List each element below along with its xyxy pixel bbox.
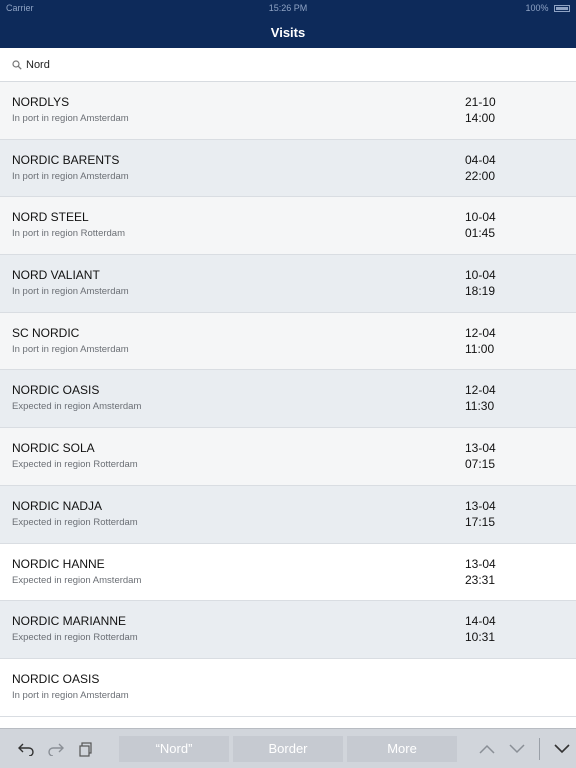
visit-date: 10-04 bbox=[465, 268, 496, 283]
vessel-name: NORDIC OASIS bbox=[12, 671, 100, 686]
status-bar: Carrier 15:26 PM 100% bbox=[0, 0, 576, 16]
visit-time: 22:00 bbox=[465, 168, 496, 183]
vessel-status: In port in region Amsterdam bbox=[12, 689, 129, 701]
redo-icon[interactable] bbox=[44, 737, 68, 761]
vessel-name: NORDIC OASIS bbox=[12, 383, 100, 398]
suggestion-border[interactable]: Border bbox=[233, 735, 343, 762]
visit-time: 17:15 bbox=[465, 514, 496, 529]
suggestion-nord[interactable]: “Nord” bbox=[119, 735, 229, 762]
visit-date: 13-04 bbox=[465, 556, 496, 571]
vessel-status: In port in region Rotterdam bbox=[12, 228, 126, 240]
visit-date: 10-04 bbox=[465, 210, 496, 225]
vessel-status: In port in region Amsterdam bbox=[12, 113, 129, 124]
navigation-bar: Visits bbox=[0, 16, 576, 48]
search-bar bbox=[0, 48, 576, 82]
visit-row[interactable]: SC NORDIC In port in region Amsterdam 12-0… bbox=[0, 312, 576, 371]
battery-icon bbox=[554, 5, 570, 13]
visits-list: NORDLYS In port in region Amsterdam 21-10 1… bbox=[0, 82, 576, 728]
page-title: Visits bbox=[270, 24, 306, 40]
visit-row[interactable]: NORDIC OASIS Expected in region Amsterdam… bbox=[0, 370, 576, 429]
chevron-down-icon[interactable] bbox=[505, 737, 529, 761]
vessel-status: Expected in region Amsterdam bbox=[12, 401, 142, 413]
vessel-name: SC NORDIC bbox=[12, 325, 80, 340]
visit-row[interactable]: NORDIC NADJA Expected in region Rotterdam… bbox=[0, 485, 576, 544]
vessel-status: Expected in region Rotterdam bbox=[12, 459, 138, 471]
battery-label: 100% bbox=[525, 3, 549, 13]
visit-time: 14:00 bbox=[465, 111, 496, 125]
visit-row[interactable]: NORDIC MARIANNE Expected in region Rotter… bbox=[0, 601, 576, 659]
visit-row[interactable]: NORDLYS In port in region Amsterdam 21-10 1… bbox=[0, 82, 576, 140]
vessel-status: In port in region Amsterdam bbox=[12, 286, 129, 298]
chevron-up-icon[interactable] bbox=[475, 737, 499, 761]
vessel-name: NORDIC NADJA bbox=[12, 498, 103, 513]
visit-time: 11:30 bbox=[465, 399, 495, 414]
keyboard-shortcut-bar: “Nord” Border More bbox=[0, 728, 576, 768]
visit-time: 10:31 bbox=[465, 630, 496, 645]
visit-time: 18:19 bbox=[465, 284, 496, 299]
visit-time: 01:45 bbox=[465, 226, 496, 241]
paste-icon[interactable] bbox=[74, 737, 98, 761]
search-icon bbox=[12, 59, 22, 70]
visit-date: 04-04 bbox=[465, 152, 496, 167]
visit-date: 14-04 bbox=[465, 614, 496, 629]
vessel-name: NORDIC BARENTS bbox=[12, 152, 120, 167]
vessel-name: NORDIC MARIANNE bbox=[12, 614, 127, 629]
status-time: 15:26 PM bbox=[268, 3, 308, 13]
visit-row[interactable]: NORDIC HANNE Expected in region Amsterdam… bbox=[0, 543, 576, 602]
vessel-status: In port in region Amsterdam bbox=[12, 170, 129, 182]
visit-row[interactable]: NORDIC OASIS In port in region Amsterdam bbox=[0, 658, 576, 717]
search-input[interactable] bbox=[26, 58, 546, 71]
undo-icon[interactable] bbox=[14, 737, 38, 761]
vessel-status: Expected in region Rotterdam bbox=[12, 516, 138, 528]
carrier-label: Carrier bbox=[6, 3, 34, 13]
visit-date: 21-10 bbox=[465, 95, 496, 109]
visit-date: 13-04 bbox=[465, 441, 496, 456]
toolbar-divider bbox=[539, 737, 540, 760]
visit-row[interactable]: NORDIC BARENTS In port in region Amsterda… bbox=[0, 139, 576, 198]
vessel-status: Expected in region Amsterdam bbox=[12, 574, 142, 586]
visit-date: 13-04 bbox=[465, 498, 496, 513]
vessel-status: Expected in region Rotterdam bbox=[12, 632, 138, 644]
vessel-name: NORD VALIANT bbox=[12, 268, 100, 283]
visit-time: 23:31 bbox=[465, 572, 496, 587]
vessel-name: NORDIC HANNE bbox=[12, 556, 105, 571]
visit-date: 12-04 bbox=[465, 383, 496, 398]
visit-time: 07:15 bbox=[465, 457, 496, 472]
vessel-name: NORD STEEL bbox=[12, 210, 89, 225]
dismiss-keyboard-icon[interactable] bbox=[550, 737, 574, 761]
vessel-name: NORDLYS bbox=[12, 95, 70, 109]
visit-time: 11:00 bbox=[465, 341, 495, 356]
visit-date: 12-04 bbox=[465, 325, 496, 340]
suggestion-more[interactable]: More bbox=[347, 735, 457, 762]
vessel-name: NORDIC SOLA bbox=[12, 441, 95, 456]
visit-row[interactable]: NORDIC SOLA Expected in region Rotterdam 1… bbox=[0, 428, 576, 486]
vessel-status: In port in region Amsterdam bbox=[12, 343, 129, 355]
visit-row[interactable]: NORD VALIANT In port in region Amsterdam 1… bbox=[0, 255, 576, 313]
visit-row[interactable]: NORD STEEL In port in region Rotterdam 10-… bbox=[0, 197, 576, 256]
battery-indicator: 100% bbox=[525, 3, 570, 13]
